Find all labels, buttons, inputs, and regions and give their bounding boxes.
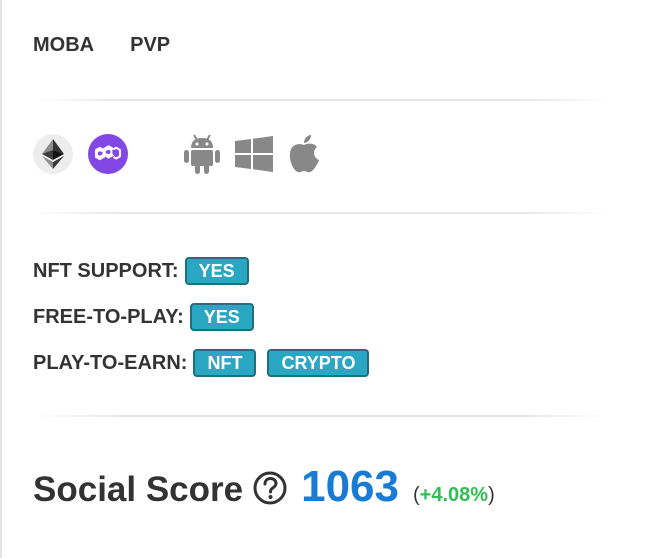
left-border <box>0 0 2 558</box>
feature-label: FREE-TO-PLAY: <box>33 305 184 328</box>
nft-badge[interactable]: NFT <box>193 349 257 377</box>
ethereum-icon[interactable] <box>33 134 73 174</box>
social-score-label: Social Score <box>33 470 244 509</box>
nft-support-row: NFT SUPPORT: YES <box>33 256 380 286</box>
question-circle-icon[interactable] <box>253 471 287 510</box>
feature-label: NFT SUPPORT: <box>33 259 179 282</box>
social-score: Social Score 1063 (+4.08%) <box>33 462 495 512</box>
polygon-icon[interactable] <box>88 134 128 174</box>
divider <box>34 99 610 101</box>
score-change-value: +4.08% <box>419 484 489 506</box>
divider <box>34 212 610 214</box>
play-to-earn-row: PLAY-TO-EARN: NFT CRYPTO <box>33 348 380 378</box>
free-to-play-row: FREE-TO-PLAY: YES <box>33 302 380 332</box>
chains-and-platforms <box>33 134 320 174</box>
social-score-value: 1063 <box>301 462 399 511</box>
genre-tags: MOBA PVP <box>33 34 170 57</box>
platform-icons <box>184 134 320 174</box>
divider <box>34 415 610 417</box>
android-icon[interactable] <box>184 134 220 174</box>
yes-badge[interactable]: YES <box>184 257 249 285</box>
feature-label: PLAY-TO-EARN: <box>33 351 188 374</box>
windows-icon[interactable] <box>235 136 273 172</box>
score-change: (+4.08%) <box>413 484 495 506</box>
yes-badge[interactable]: YES <box>189 303 254 331</box>
genre-tag[interactable]: MOBA <box>33 34 94 57</box>
feature-list: NFT SUPPORT: YES FREE-TO-PLAY: YES PLAY-… <box>33 256 380 394</box>
crypto-badge[interactable]: CRYPTO <box>267 349 370 377</box>
genre-tag[interactable]: PVP <box>130 34 170 57</box>
apple-icon[interactable] <box>288 135 320 173</box>
